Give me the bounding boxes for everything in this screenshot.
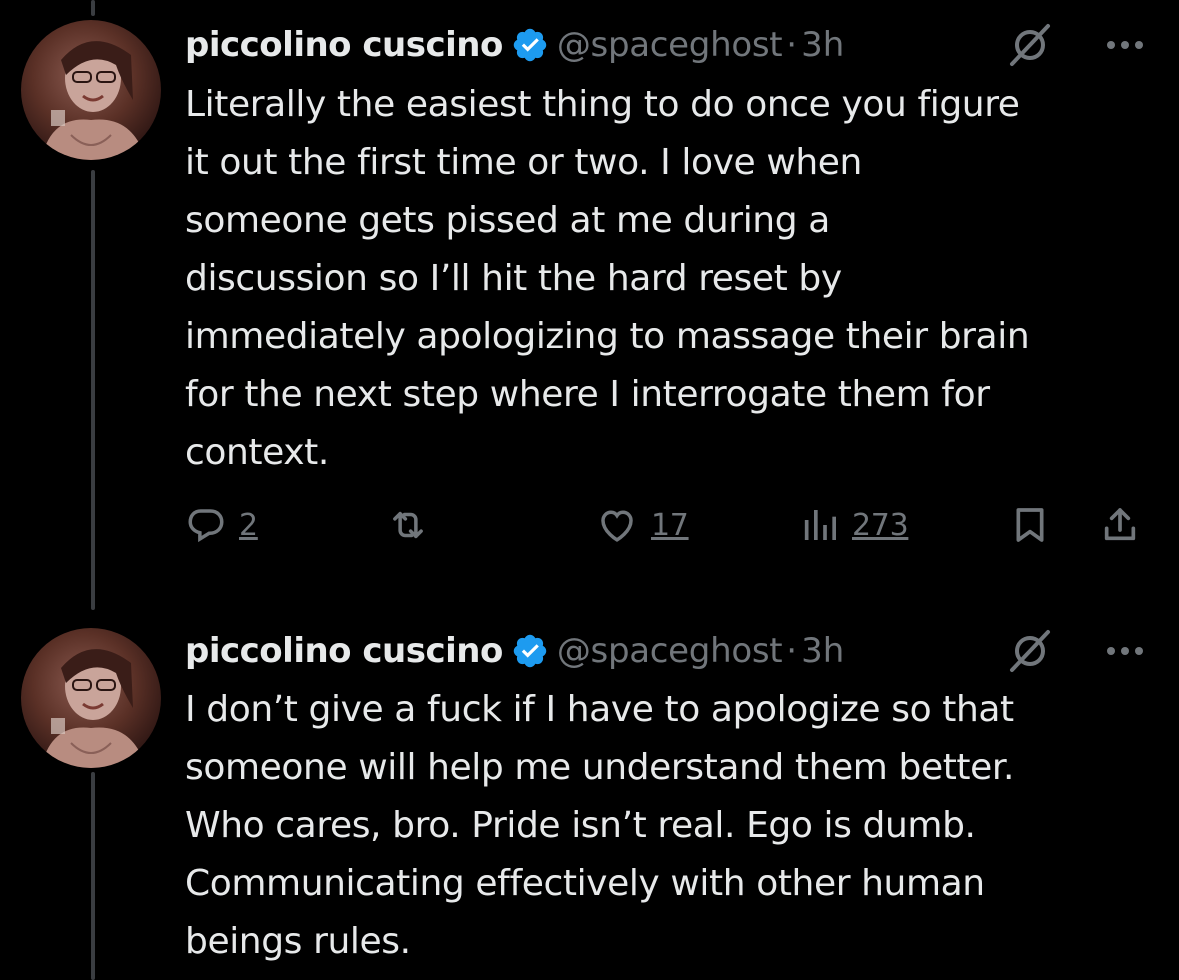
tweet-text-line: it out the first time or two. I love whe…	[185, 142, 862, 183]
tweet-text: I don’t give a fuck if I have to apologi…	[185, 681, 1160, 971]
like-button[interactable]: 17	[595, 500, 689, 550]
like-count: 17	[651, 507, 689, 543]
verified-badge-icon[interactable]	[511, 26, 549, 64]
tweet-text-line: discussion so I’ll hit the hard reset by	[185, 258, 842, 299]
tweet-1[interactable]: piccolino cuscino @spaceghost · 3h Liter…	[0, 0, 1179, 600]
separator-dot: ·	[786, 25, 798, 65]
tweet-text-line: Literally the easiest thing to do once y…	[185, 84, 1020, 125]
analytics-icon	[800, 504, 840, 546]
share-icon	[1100, 502, 1140, 548]
verified-badge-icon[interactable]	[511, 632, 549, 670]
timestamp[interactable]: 3h	[801, 631, 844, 671]
tweet-text-line: beings rules.	[185, 921, 411, 962]
more-options-icon[interactable]	[1100, 626, 1150, 676]
tweet-text-line: I don’t give a fuck if I have to apologi…	[185, 689, 1014, 730]
avatar[interactable]	[21, 20, 161, 160]
reply-icon	[185, 504, 227, 546]
tweet-text-line: for the next step where I interrogate th…	[185, 374, 990, 415]
handle[interactable]: @spaceghost	[557, 631, 783, 671]
share-button[interactable]	[1100, 500, 1140, 550]
grok-icon[interactable]	[1000, 20, 1060, 70]
tweet-text-line: Communicating effectively with other hum…	[185, 863, 985, 904]
reply-button[interactable]: 2	[185, 500, 258, 550]
tweet-actions: 2 17 273	[185, 500, 1155, 550]
reply-count: 2	[239, 507, 258, 543]
timestamp[interactable]: 3h	[801, 25, 844, 65]
avatar[interactable]	[21, 628, 161, 768]
more-options-icon[interactable]	[1100, 20, 1150, 70]
tweet-text-line: someone gets pissed at me during a	[185, 200, 830, 241]
heart-icon	[595, 504, 639, 546]
tweet-header: piccolino cuscino @spaceghost · 3h	[185, 622, 844, 680]
tweet-2[interactable]: piccolino cuscino @spaceghost · 3h I don…	[0, 610, 1179, 980]
views-button[interactable]: 273	[800, 500, 909, 550]
display-name[interactable]: piccolino cuscino	[185, 631, 503, 671]
retweet-button[interactable]	[385, 500, 431, 550]
tweet-text-line: Who cares, bro. Pride isn’t real. Ego is…	[185, 805, 976, 846]
bookmark-icon	[1010, 502, 1050, 548]
separator-dot: ·	[786, 631, 798, 671]
tweet-text: Literally the easiest thing to do once y…	[185, 76, 1160, 482]
display-name[interactable]: piccolino cuscino	[185, 25, 503, 65]
tweet-text-line: context.	[185, 432, 329, 473]
handle[interactable]: @spaceghost	[557, 25, 783, 65]
tweet-text-line: immediately apologizing to massage their…	[185, 316, 1030, 357]
tweet-text-line: someone will help me understand them bet…	[185, 747, 1015, 788]
grok-icon[interactable]	[1000, 626, 1060, 676]
view-count: 273	[852, 507, 909, 543]
tweet-header: piccolino cuscino @spaceghost · 3h	[185, 16, 844, 74]
bookmark-button[interactable]	[1010, 500, 1050, 550]
retweet-icon	[385, 504, 431, 546]
